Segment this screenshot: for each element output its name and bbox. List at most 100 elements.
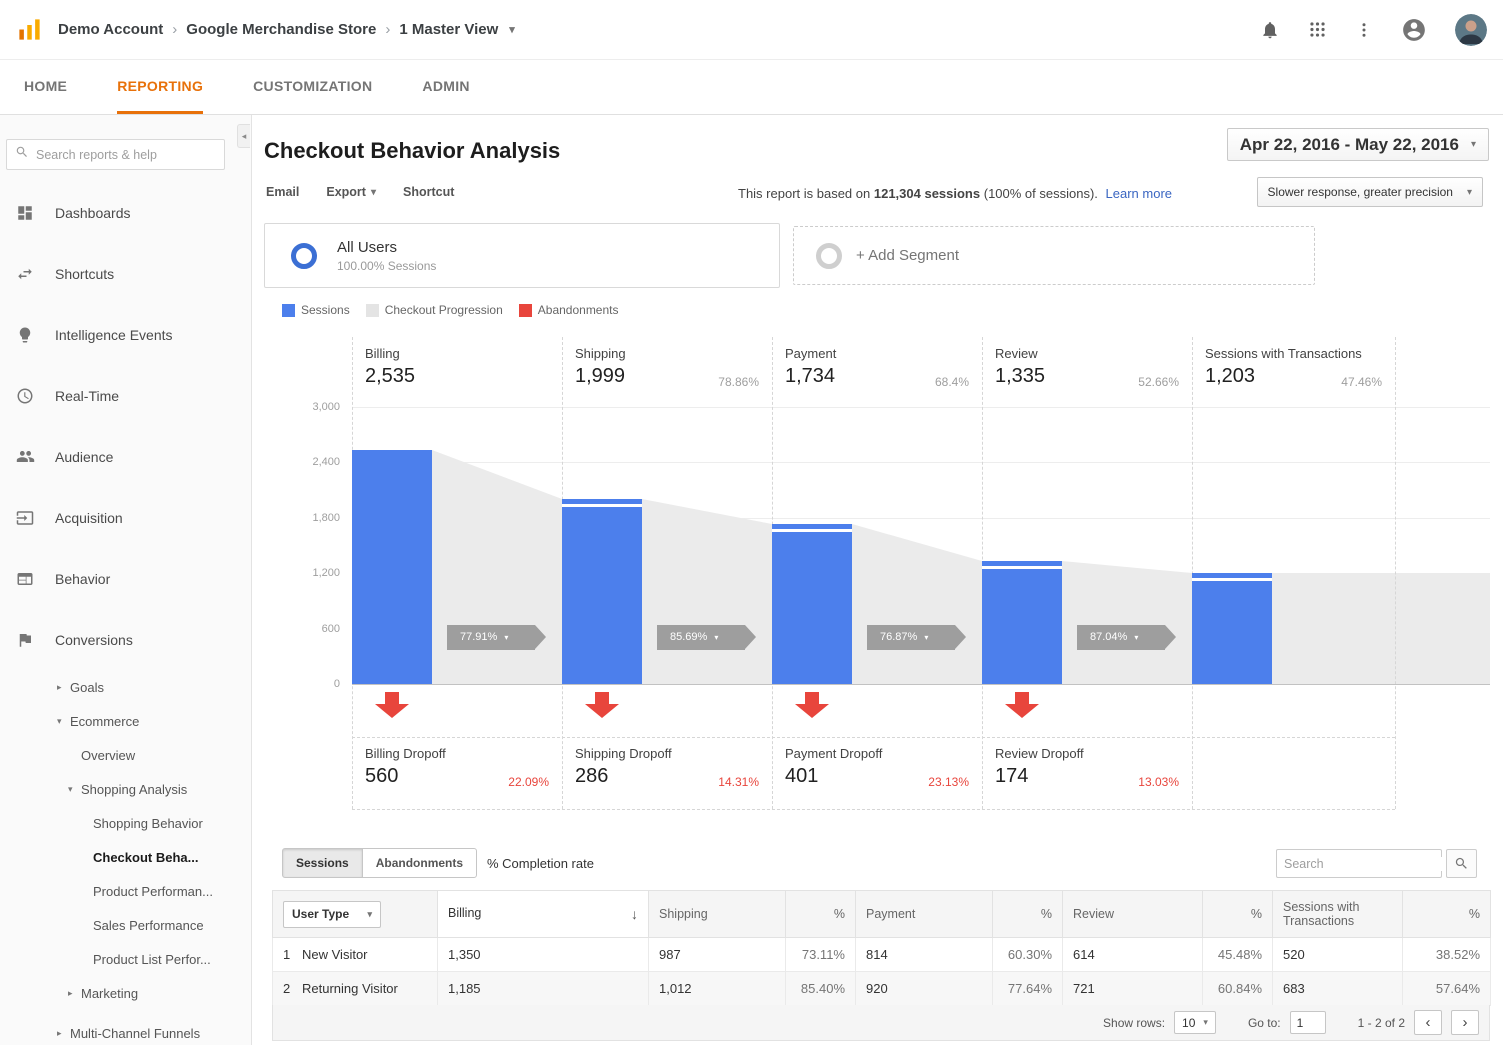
- precision-selector[interactable]: Slower response, greater precision ▾: [1256, 177, 1483, 207]
- user-avatar[interactable]: [1455, 13, 1487, 46]
- bar-cap-divider: [982, 566, 1062, 569]
- kebab-menu-icon[interactable]: [1355, 21, 1373, 39]
- continuation-rate-badge-3[interactable]: 76.87% ▾: [867, 625, 966, 650]
- continuation-rate-badge-1[interactable]: 77.91% ▾: [447, 625, 546, 650]
- breadcrumb-item-1-master-view[interactable]: 1 Master View: [399, 21, 498, 38]
- dropoff-row-divider: [352, 809, 1395, 810]
- email-button[interactable]: Email: [266, 185, 299, 199]
- sidebar-tree-item-shopping-analysis[interactable]: ▾ Shopping Analysis: [0, 772, 251, 806]
- sidebar-item-conversions[interactable]: Conversions: [0, 609, 251, 670]
- shortcut-button[interactable]: Shortcut: [403, 185, 454, 199]
- sidebar-tree-item-sales-performance[interactable]: Sales Performance: [0, 908, 251, 942]
- export-button[interactable]: Export ▾: [326, 185, 376, 199]
- continuation-rate-badge-2[interactable]: 85.69% ▾: [657, 625, 756, 650]
- continuation-rate-badge-4[interactable]: 87.04% ▾: [1077, 625, 1176, 650]
- next-page-button[interactable]: ›: [1451, 1010, 1479, 1035]
- sidebar-tree-item-product-list-perfor[interactable]: Product List Perfor...: [0, 942, 251, 976]
- apps-grid-icon[interactable]: [1308, 20, 1327, 39]
- sidebar-tree-item-overview[interactable]: Overview: [0, 738, 251, 772]
- legend-swatch: [282, 303, 295, 317]
- breadcrumb-item-demo-account[interactable]: Demo Account: [58, 21, 163, 38]
- column-divider: [772, 337, 773, 809]
- table-search-input[interactable]: [1284, 856, 1445, 871]
- sidebar-nav: Dashboards Shortcuts Intelligence Events Re…: [0, 182, 251, 670]
- shortcuts-icon: [15, 264, 35, 284]
- search-button[interactable]: [1446, 849, 1477, 878]
- column-header-percent-5[interactable]: %: [992, 890, 1063, 938]
- breadcrumb-item-google-merchandise-store[interactable]: Google Merchandise Store: [186, 21, 376, 38]
- sidebar-item-shortcuts[interactable]: Shortcuts: [0, 243, 251, 304]
- sidebar-tree-item-product-performan[interactable]: Product Performan...: [0, 874, 251, 908]
- sidebar-item-label: Real-Time: [55, 387, 120, 404]
- notifications-bell-icon[interactable]: [1260, 20, 1280, 40]
- previous-page-button[interactable]: ‹: [1414, 1010, 1442, 1035]
- user-type-selector[interactable]: User Type ▾: [283, 900, 381, 928]
- add-segment-button[interactable]: + Add Segment: [793, 226, 1315, 285]
- table-tab-abandonments[interactable]: Abandonments: [361, 848, 478, 878]
- funnel-step-value: 2,535: [365, 365, 416, 387]
- column-header-user-type[interactable]: User Type ▾: [272, 890, 438, 938]
- table-tab-sessions[interactable]: Sessions: [282, 848, 363, 878]
- nav-tab-customization[interactable]: CUSTOMIZATION: [253, 60, 372, 114]
- nav-tab-home[interactable]: HOME: [24, 60, 67, 114]
- sidebar-item-acquisition[interactable]: Acquisition: [0, 487, 251, 548]
- show-rows-select[interactable]: 10 ▾: [1174, 1011, 1216, 1034]
- column-header-percent-3[interactable]: %: [785, 890, 856, 938]
- nav-tab-reporting[interactable]: REPORTING: [117, 60, 204, 114]
- learn-more-link[interactable]: Learn more: [1106, 186, 1172, 201]
- goto-page-input[interactable]: [1289, 1011, 1326, 1034]
- sidebar-collapse-button[interactable]: ◂: [237, 124, 250, 148]
- sidebar-tree-item-goals[interactable]: ▸ Goals: [0, 670, 251, 704]
- legend-item-abandonments: Abandonments: [518, 303, 619, 317]
- report-basis-text: This report is based on 121,304 sessions…: [738, 186, 1172, 201]
- funnel-step-value: 1,734: [785, 365, 836, 387]
- segment-title: All Users: [337, 238, 398, 256]
- column-header-percent-9[interactable]: %: [1402, 890, 1491, 938]
- sidebar-tree-item-checkout-beha[interactable]: Checkout Beha...: [0, 840, 251, 874]
- segment-all-users[interactable]: All Users 100.00% Sessions: [264, 223, 780, 288]
- sidebar-search-input[interactable]: [36, 147, 216, 162]
- bar-cap-divider: [1192, 578, 1272, 581]
- pagination-range: 1 - 2 of 2: [1357, 1015, 1405, 1030]
- sidebar-item-label: Intelligence Events: [55, 326, 173, 343]
- funnel-step-percent: 47.46%: [1341, 375, 1382, 389]
- column-label: Review: [1073, 907, 1114, 921]
- sidebar-item-audience[interactable]: Audience: [0, 426, 251, 487]
- chart-legend: Sessions Checkout Progression Abandonments: [282, 303, 619, 317]
- real-time-icon: [15, 386, 35, 406]
- nav-tab-admin[interactable]: ADMIN: [422, 60, 469, 114]
- chevron-down-icon: ▾: [1466, 186, 1472, 198]
- column-header-sessions-with-transactions[interactable]: Sessions with Transactions: [1272, 890, 1403, 938]
- sidebar-tree-item-ecommerce[interactable]: ▾ Ecommerce: [0, 704, 251, 738]
- sidebar-tree-item-marketing[interactable]: ▸ Marketing: [0, 976, 251, 1010]
- y-axis-tick-label: 2,400: [312, 456, 340, 468]
- sidebar-item-real-time[interactable]: Real-Time: [0, 365, 251, 426]
- gridline: [352, 462, 1490, 463]
- sessions-bar-shipping: [562, 499, 642, 684]
- sidebar-tree-item-multi-channel-funnels[interactable]: ▸ Multi-Channel Funnels: [0, 1016, 251, 1045]
- page-title: Checkout Behavior Analysis: [264, 138, 561, 163]
- goto-label: Go to:: [1247, 1015, 1281, 1030]
- sidebar-item-dashboards[interactable]: Dashboards: [0, 182, 251, 243]
- gridline: [352, 573, 1490, 574]
- sidebar-item-intelligence-events[interactable]: Intelligence Events: [0, 304, 251, 365]
- column-header-shipping[interactable]: Shipping: [648, 890, 786, 938]
- cell--8: 38.52%: [1402, 937, 1491, 972]
- column-header-billing[interactable]: Billing ↓: [437, 890, 649, 938]
- add-segment-donut-icon: [816, 242, 842, 269]
- legend-item-checkout-progression: Checkout Progression: [365, 303, 503, 317]
- column-header-review[interactable]: Review: [1062, 890, 1203, 938]
- account-circle-icon[interactable]: [1401, 17, 1427, 43]
- column-header-payment[interactable]: Payment: [855, 890, 993, 938]
- sidebar-tree-item-shopping-behavior[interactable]: Shopping Behavior: [0, 806, 251, 840]
- date-range-selector[interactable]: Apr 22, 2016 - May 22, 2016 ▾: [1226, 128, 1489, 161]
- user-type-label: User Type: [292, 907, 350, 921]
- show-rows-value: 10: [1182, 1015, 1196, 1030]
- column-header-percent-7[interactable]: %: [1202, 890, 1273, 938]
- dropoff-percent: 13.03%: [1138, 775, 1179, 789]
- dropoff-value: 560: [365, 765, 399, 787]
- sidebar-item-behavior[interactable]: Behavior: [0, 548, 251, 609]
- sidebar-tree-label: Shopping Behavior: [93, 815, 203, 831]
- cell-billing-0: 1,185: [437, 971, 649, 1006]
- google-analytics-logo-icon[interactable]: [16, 16, 44, 44]
